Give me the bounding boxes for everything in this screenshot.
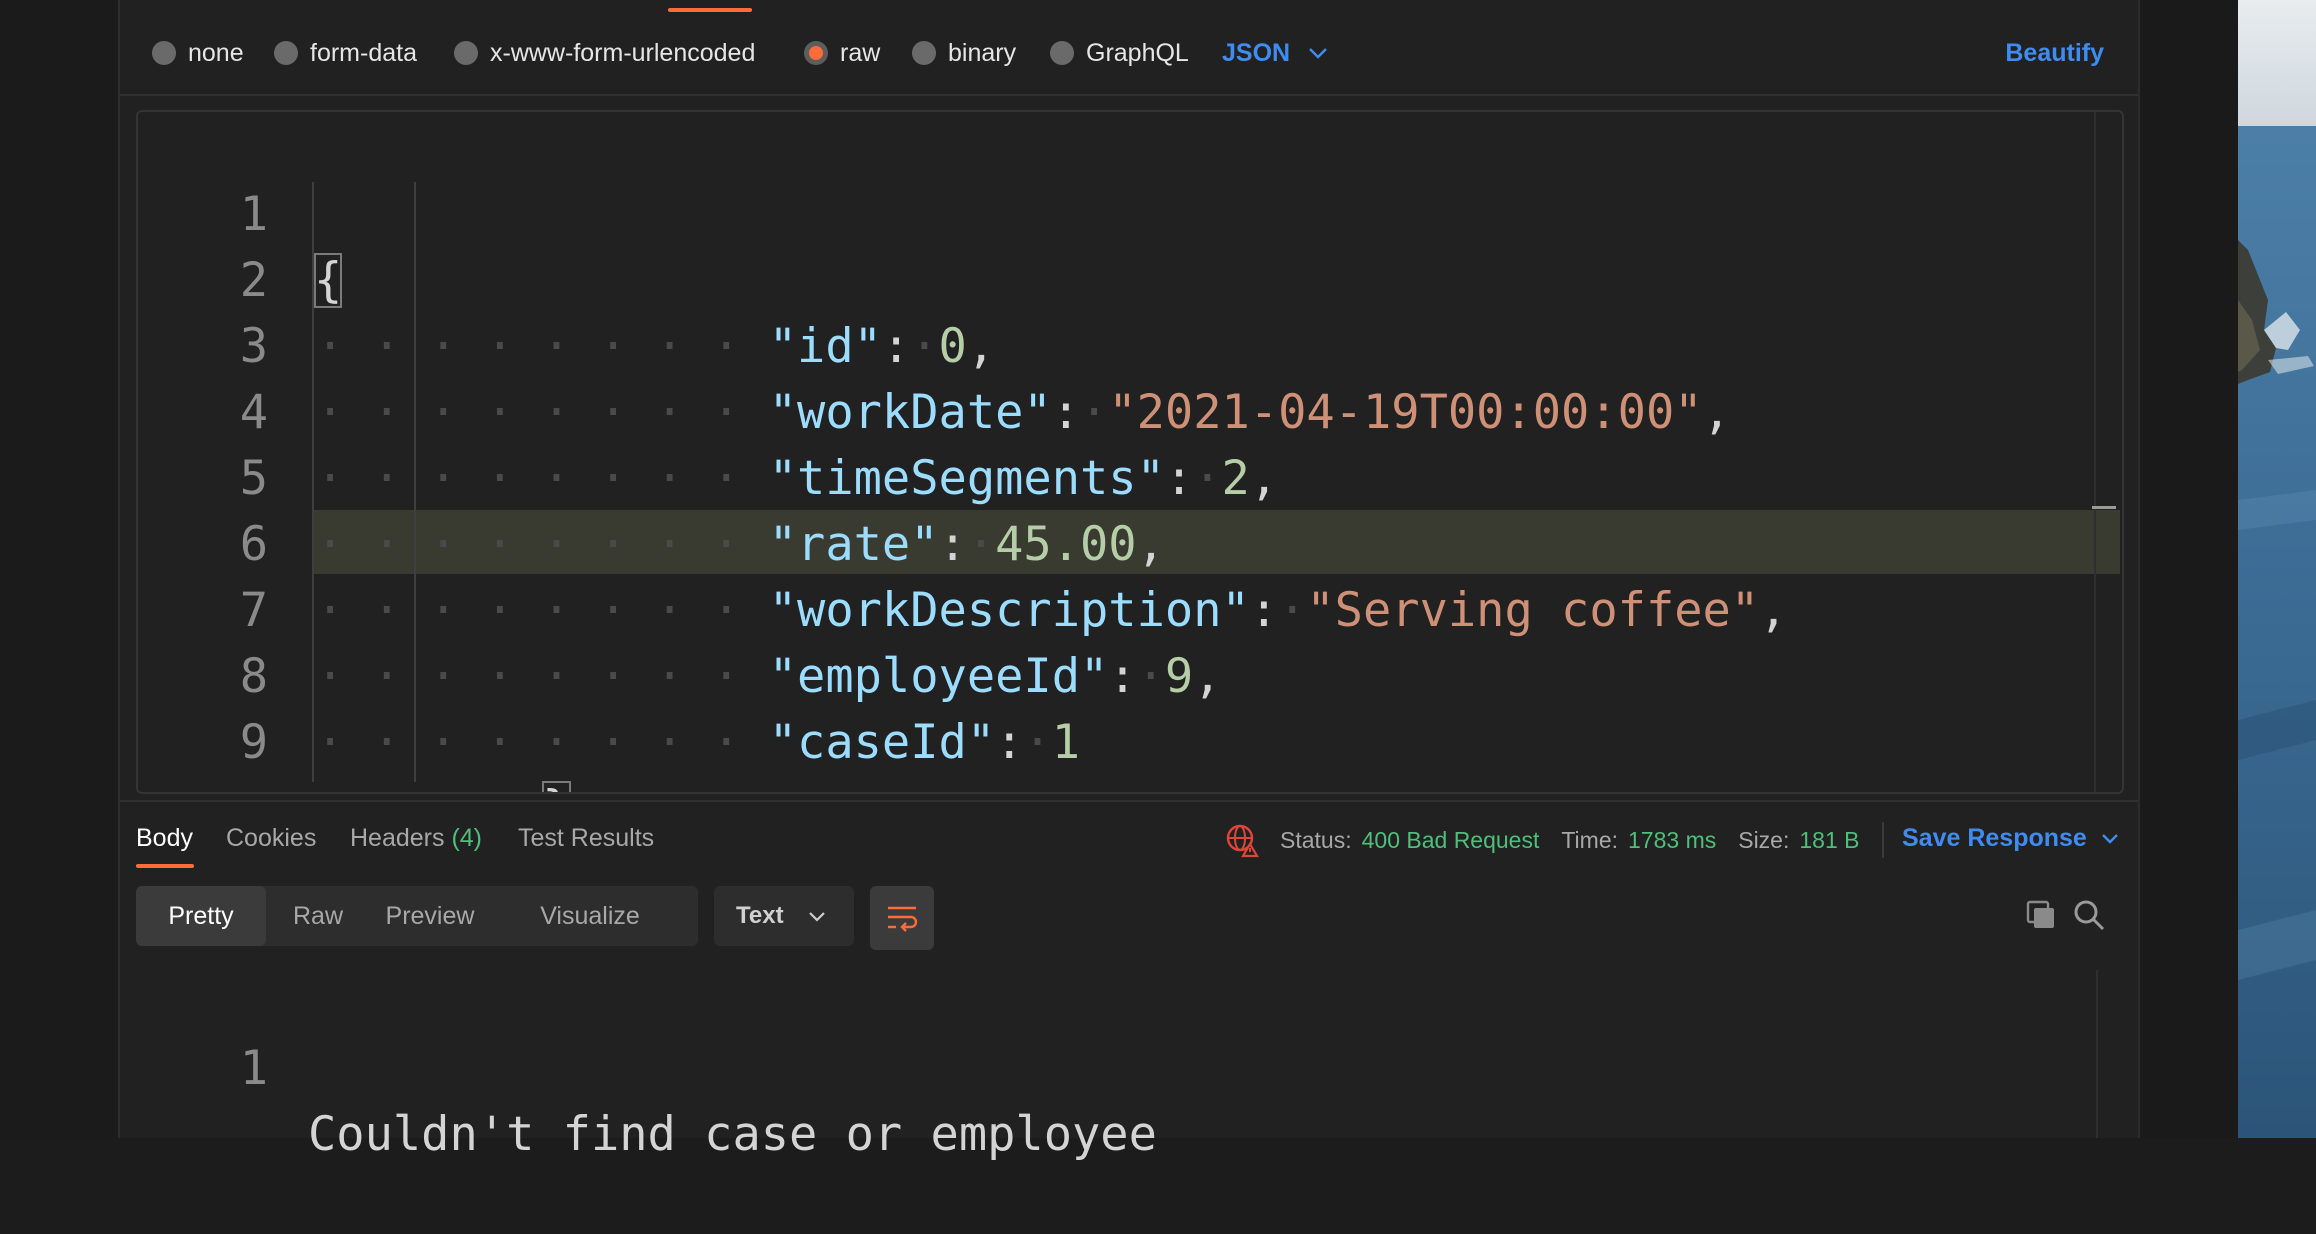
divider	[1882, 822, 1884, 858]
code-editor[interactable]: 1 { 2 · · · · · · · · "id":·0, 3 · · · ·…	[136, 110, 2124, 794]
code-line: 2 · · · · · · · · "id":·0,	[138, 182, 2122, 374]
code-line: 9 · · · · }	[138, 644, 2122, 792]
code-line: 6 · · · · · · · · "workDescription":·"Se…	[138, 446, 2122, 638]
active-tab-indicator	[668, 8, 752, 12]
radio-label: form-data	[310, 38, 417, 67]
wrap-lines-button[interactable]	[870, 886, 934, 950]
radio-circle-icon	[454, 41, 478, 65]
chevron-down-icon	[808, 911, 825, 922]
body-type-selector: none form-data x-www-form-urlencoded raw…	[120, 0, 2138, 96]
active-tab-indicator	[136, 864, 194, 868]
status-label: Status:	[1280, 826, 1352, 853]
radio-label: none	[188, 38, 244, 67]
save-response-button[interactable]: Save Response	[1902, 824, 2119, 853]
copy-icon[interactable]	[2024, 898, 2058, 932]
code-line: 5 · · · · · · · · "rate":·45.00,	[138, 380, 2122, 572]
language-select[interactable]: JSON	[1222, 36, 1328, 70]
language-label: JSON	[1222, 38, 1291, 67]
view-mode-segmented-control: Pretty Raw Preview Visualize	[136, 886, 698, 946]
window-edge	[2138, 0, 2240, 1138]
desktop-wallpaper	[2238, 0, 2316, 1138]
view-mode-preview[interactable]: Preview	[370, 886, 490, 946]
editor-scrollbar[interactable]	[2094, 112, 2122, 792]
response-status: Status: 400 Bad Request Time: 1783 ms Si…	[1224, 822, 1859, 858]
radio-x-www-form-urlencoded[interactable]: x-www-form-urlencoded	[454, 36, 755, 70]
size-value[interactable]: 181 B	[1799, 827, 1859, 854]
json-key: "caseId"	[768, 715, 996, 770]
search-icon[interactable]	[2072, 898, 2106, 932]
code-line: 3 · · · · · · · · "workDate":·"2021-04-1…	[138, 248, 2122, 440]
view-mode-pretty[interactable]: Pretty	[136, 886, 266, 946]
radio-graphql[interactable]: GraphQL	[1050, 36, 1189, 70]
code-line: 1 {	[138, 116, 2122, 308]
tab-body[interactable]: Body	[136, 824, 193, 853]
json-brace: }	[542, 781, 571, 792]
beautify-button[interactable]: Beautify	[2005, 36, 2104, 70]
globe-warning-icon[interactable]	[1224, 822, 1260, 858]
request-panel: none form-data x-www-form-urlencoded raw…	[120, 0, 2138, 1162]
tab-headers[interactable]: Headers (4)	[350, 824, 482, 853]
tab-test-results[interactable]: Test Results	[518, 824, 654, 853]
radio-label: raw	[840, 38, 881, 67]
radio-selected-icon	[804, 41, 828, 65]
line-number: 1	[239, 1041, 268, 1096]
radio-binary[interactable]: binary	[912, 36, 1016, 70]
radio-form-data[interactable]: form-data	[274, 36, 417, 70]
code-content: · · · · }	[316, 776, 571, 792]
radio-circle-icon	[152, 41, 176, 65]
save-response-label: Save Response	[1902, 824, 2087, 852]
tab-headers-label: Headers	[350, 824, 445, 852]
time-value[interactable]: 1783 ms	[1628, 827, 1716, 854]
radio-circle-icon	[1050, 41, 1074, 65]
code-line: 8 · · · · · · · · "caseId":·1	[138, 578, 2122, 770]
response-format-select[interactable]: Text	[714, 886, 854, 946]
time-label: Time:	[1561, 826, 1619, 853]
response-text: Couldn't find case or employee	[308, 1107, 1157, 1162]
radio-circle-icon	[274, 41, 298, 65]
format-label: Text	[736, 902, 784, 929]
scrollbar-marker	[2092, 506, 2116, 509]
response-scrollbar[interactable]	[2096, 970, 2124, 1138]
status-value[interactable]: 400 Bad Request	[1362, 827, 1540, 854]
view-mode-raw[interactable]: Raw	[268, 886, 368, 946]
code-line-current: 7 · · · · · · · · "employeeId":·9,	[138, 512, 2122, 704]
left-sidebar-gutter	[0, 0, 120, 1138]
wrap-lines-icon	[888, 906, 918, 932]
tab-cookies[interactable]: Cookies	[226, 824, 316, 853]
chevron-down-icon	[1309, 48, 1327, 59]
response-tabs-bar: Body Cookies Headers (4) Test Results St…	[120, 800, 2138, 874]
response-body-viewer[interactable]: 1 Couldn't find case or employee	[120, 970, 2138, 1162]
radio-label: x-www-form-urlencoded	[490, 38, 756, 67]
radio-raw[interactable]: raw	[804, 36, 880, 70]
radio-none[interactable]: none	[152, 36, 244, 70]
line-number: 9	[239, 715, 268, 770]
radio-circle-icon	[912, 41, 936, 65]
json-number: 1	[1051, 715, 1081, 770]
view-mode-visualize[interactable]: Visualize	[492, 886, 688, 946]
code-line: 4 · · · · · · · · "timeSegments":·2,	[138, 314, 2122, 506]
code-content: · · · · · · · · "caseId":·1	[316, 715, 1081, 770]
chevron-down-icon	[2101, 834, 2118, 844]
radio-label: GraphQL	[1086, 38, 1189, 67]
headers-count-badge: (4)	[451, 824, 483, 852]
size-label: Size:	[1738, 826, 1790, 853]
code-line: 1 Couldn't find case or employee	[120, 970, 2138, 1162]
radio-label: binary	[948, 38, 1017, 67]
